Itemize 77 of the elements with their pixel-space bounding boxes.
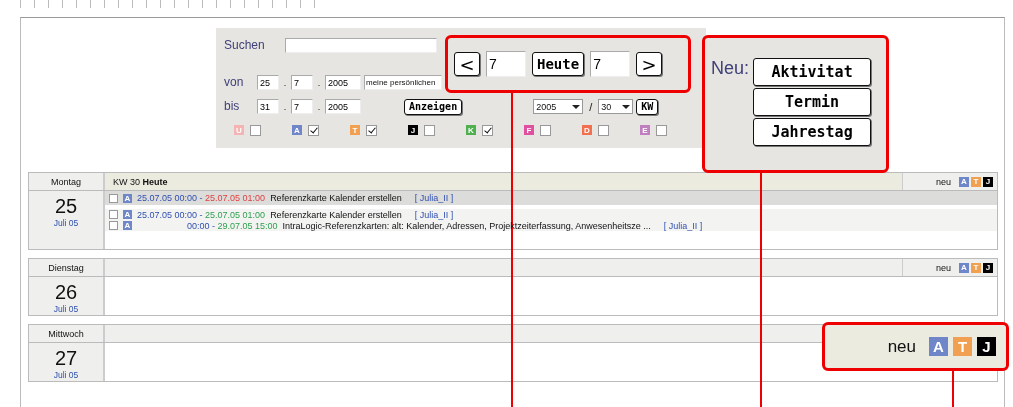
previous-button[interactable]: < bbox=[454, 52, 480, 76]
entry-tag: A bbox=[123, 221, 132, 230]
category-tag: E bbox=[640, 125, 650, 136]
days-after-field[interactable]: 7 bbox=[590, 51, 631, 77]
from-label: von bbox=[224, 75, 245, 91]
checkbox[interactable] bbox=[308, 124, 319, 136]
days-before-field[interactable]: 7 bbox=[486, 51, 526, 77]
date-field[interactable]: 2005 bbox=[325, 99, 361, 115]
entry-row[interactable]: A 25.07.05 00:00 - 25.07.05 01:00 Referenzkarte Kalender erstellen [ Julia_II ] bbox=[105, 191, 997, 205]
entry-title[interactable]: Referenzkarte Kalender erstellen bbox=[270, 209, 402, 220]
category-tag: T bbox=[350, 125, 360, 136]
checkbox[interactable] bbox=[598, 124, 609, 136]
entry-tag: A bbox=[123, 210, 132, 219]
date-separator: . bbox=[316, 101, 322, 112]
month-link[interactable]: Juli 05 bbox=[29, 304, 103, 314]
checkbox[interactable] bbox=[540, 124, 551, 136]
day-number: 25 bbox=[53, 195, 79, 218]
user-link[interactable]: [ Julia_II ] bbox=[414, 193, 454, 203]
show-button[interactable]: Anzeigen bbox=[404, 98, 463, 115]
day-number: 27 bbox=[53, 347, 79, 370]
category-tag: F bbox=[524, 125, 534, 136]
checkbox[interactable] bbox=[482, 124, 493, 136]
checkbox[interactable] bbox=[250, 124, 261, 136]
day-number: 26 bbox=[53, 281, 79, 304]
category-tag: J bbox=[408, 125, 418, 136]
week-heading: KW 30 Heute bbox=[113, 176, 168, 187]
entry-time: 25.07.05 00:00 - 25.07.05 01:00 bbox=[137, 193, 266, 203]
entry-time: 00:00 - 29.07.05 15:00 bbox=[186, 220, 278, 231]
search-label: Suchen bbox=[224, 38, 265, 54]
date-separator: . bbox=[316, 78, 322, 88]
user-link[interactable]: [ Julia_II ] bbox=[663, 220, 703, 231]
next-button[interactable]: > bbox=[636, 52, 663, 76]
date-field[interactable]: 2005 bbox=[325, 75, 361, 91]
owner-select[interactable]: meine persönlichen bbox=[364, 75, 442, 91]
new-tag[interactable]: A bbox=[929, 337, 948, 356]
new-tag[interactable]: A bbox=[959, 262, 969, 273]
create-button[interactable]: Termin bbox=[753, 88, 872, 116]
entry-title[interactable]: Referenzkarte Kalender erstellen bbox=[270, 193, 402, 203]
new-label: neu bbox=[887, 336, 916, 357]
week-button[interactable]: KW bbox=[636, 98, 659, 115]
search-field[interactable] bbox=[284, 38, 437, 54]
date-separator: . bbox=[282, 101, 288, 112]
year-select[interactable]: 2005 bbox=[533, 99, 584, 115]
date-separator: . bbox=[282, 78, 288, 88]
category-tag: A bbox=[292, 125, 302, 136]
checkbox[interactable] bbox=[109, 210, 118, 219]
checkbox[interactable] bbox=[109, 221, 118, 230]
entry-tag: A bbox=[123, 193, 132, 203]
week-select[interactable]: 30 bbox=[598, 99, 634, 115]
create-button[interactable]: Jahrestag bbox=[753, 118, 872, 146]
category-tag: K bbox=[466, 125, 476, 136]
date-field[interactable]: 7 bbox=[291, 99, 313, 115]
new-label: neu bbox=[935, 176, 951, 187]
to-label: bis bbox=[224, 99, 241, 115]
checkbox[interactable] bbox=[366, 124, 377, 136]
month-link[interactable]: Juli 05 bbox=[29, 218, 103, 228]
entry-time: 25.07.05 00:00 - 25.07.05 01:00 bbox=[137, 209, 266, 220]
new-tag[interactable]: J bbox=[983, 262, 993, 273]
new-tag[interactable]: A bbox=[959, 176, 969, 187]
user-link[interactable]: [ Julia_II ] bbox=[414, 209, 454, 220]
date-field[interactable]: 7 bbox=[291, 75, 313, 91]
category-tag: D bbox=[582, 125, 592, 136]
new-label: Neu: bbox=[711, 58, 750, 80]
checkbox[interactable] bbox=[109, 193, 118, 203]
new-tag[interactable]: J bbox=[983, 176, 993, 187]
category-tag: U bbox=[234, 125, 244, 136]
date-field[interactable]: 31 bbox=[257, 99, 279, 115]
new-label: neu bbox=[935, 262, 951, 273]
week-separator: / bbox=[589, 100, 593, 113]
create-button[interactable]: Aktivitat bbox=[753, 58, 872, 86]
month-link[interactable]: Juli 05 bbox=[29, 370, 103, 380]
checkbox[interactable] bbox=[656, 124, 667, 136]
date-field[interactable]: 25 bbox=[257, 75, 279, 91]
entry-row[interactable]: A 25.07.05 00:00 - 25.07.05 01:00 Referenzkarte Kalender erstellen [ Julia_II ] bbox=[105, 209, 997, 220]
today-button[interactable]: Heute bbox=[532, 52, 585, 76]
new-tag[interactable]: J bbox=[977, 337, 996, 356]
checkbox[interactable] bbox=[424, 124, 435, 136]
